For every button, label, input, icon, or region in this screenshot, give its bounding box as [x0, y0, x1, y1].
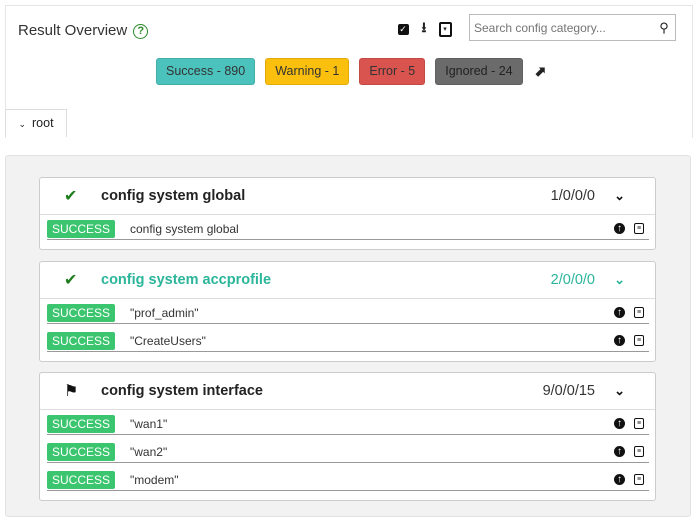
status-badge: SUCCESS — [47, 220, 115, 238]
status-badge: SUCCESS — [47, 471, 115, 489]
divider — [47, 351, 649, 352]
document-icon[interactable]: ≡ — [634, 223, 644, 234]
search-input[interactable] — [470, 19, 653, 36]
arrow-up-circle-icon[interactable]: ↑ — [614, 418, 625, 429]
chevron-down-icon[interactable]: ⌄ — [614, 272, 625, 288]
list-item: SUCCESS config system global ↑ ≡ — [40, 215, 655, 243]
clipboard-icon[interactable]: ▾ — [438, 21, 452, 37]
filter-success-button[interactable]: Success - 890 — [156, 58, 256, 85]
divider — [47, 239, 649, 240]
status-badge: SUCCESS — [47, 332, 115, 350]
card-counts: 9/0/0/15 — [542, 383, 595, 399]
arrow-up-circle-icon[interactable]: ↑ — [614, 307, 625, 318]
card-title: config system interface — [101, 383, 263, 399]
page-title: Result Overview? — [18, 22, 149, 39]
list-item: SUCCESS "CreateUsers" ↑ ≡ — [40, 327, 655, 355]
chevron-down-icon[interactable]: ⌄ — [614, 383, 625, 399]
chevron-down-icon: ⌄ — [18, 119, 26, 129]
arrow-up-circle-icon[interactable]: ↑ — [614, 223, 625, 234]
arrow-up-circle-icon[interactable]: ↑ — [614, 335, 625, 346]
item-label: "modem" — [130, 473, 179, 487]
check-icon: ✔ — [64, 188, 78, 205]
card-header[interactable]: ⚑ config system interface 9/0/0/15 ⌄ — [40, 373, 655, 410]
item-label: config system global — [130, 222, 239, 236]
select-all-checkbox-icon[interactable]: ✓ — [396, 22, 410, 36]
status-badge: SUCCESS — [47, 415, 115, 433]
result-overview-panel: Result Overview? ✓ ⭳ ▾ ⚲ Success - 890 Wa… — [5, 5, 693, 138]
card-header[interactable]: ✔ config system accprofile 2/0/0/0 ⌄ — [40, 262, 655, 299]
card-title: config system global — [101, 188, 246, 204]
filter-warning-button[interactable]: Warning - 1 — [265, 58, 350, 85]
config-category-card: ⚑ config system interface 9/0/0/15 ⌄ SUC… — [39, 372, 656, 501]
filter-ignored-button[interactable]: Ignored - 24 — [435, 58, 523, 85]
card-counts: 2/0/0/0 — [550, 272, 595, 288]
item-label: "CreateUsers" — [130, 334, 206, 348]
export-icon[interactable]: ⬈ — [535, 63, 547, 80]
flag-icon: ⚑ — [64, 383, 79, 400]
item-label: "wan2" — [130, 445, 168, 459]
root-tab[interactable]: ⌄ root — [5, 109, 67, 137]
document-icon[interactable]: ≡ — [634, 474, 644, 485]
search-icon[interactable]: ⚲ — [653, 20, 675, 36]
config-category-card: ✔ config system global 1/0/0/0 ⌄ SUCCESS… — [39, 177, 656, 250]
list-item: SUCCESS "modem" ↑ ≡ — [40, 466, 655, 494]
list-item: SUCCESS "prof_admin" ↑ ≡ — [40, 299, 655, 327]
divider — [47, 434, 649, 435]
document-icon[interactable]: ≡ — [634, 307, 644, 318]
divider — [47, 462, 649, 463]
status-badge: SUCCESS — [47, 304, 115, 322]
list-item: SUCCESS "wan2" ↑ ≡ — [40, 438, 655, 466]
arrow-up-circle-icon[interactable]: ↑ — [614, 446, 625, 457]
card-title: config system accprofile — [101, 272, 272, 288]
chevron-down-icon[interactable]: ⌄ — [614, 188, 625, 204]
document-icon[interactable]: ≡ — [634, 418, 644, 429]
document-icon[interactable]: ≡ — [634, 335, 644, 346]
card-counts: 1/0/0/0 — [550, 188, 595, 204]
arrow-up-circle-icon[interactable]: ↑ — [614, 474, 625, 485]
config-category-card: ✔ config system accprofile 2/0/0/0 ⌄ SUC… — [39, 261, 656, 362]
item-label: "prof_admin" — [130, 306, 199, 320]
status-badge: SUCCESS — [47, 443, 115, 461]
divider — [47, 323, 649, 324]
document-icon[interactable]: ≡ — [634, 446, 644, 457]
item-label: "wan1" — [130, 417, 168, 431]
search-box[interactable]: ⚲ — [469, 14, 676, 41]
check-icon: ✔ — [64, 272, 78, 289]
divider — [47, 490, 649, 491]
download-icon[interactable]: ⭳ — [417, 19, 431, 36]
list-item: SUCCESS "wan1" ↑ ≡ — [40, 410, 655, 438]
card-header[interactable]: ✔ config system global 1/0/0/0 ⌄ — [40, 178, 655, 215]
help-icon[interactable]: ? — [133, 24, 149, 39]
filter-error-button[interactable]: Error - 5 — [359, 58, 426, 85]
